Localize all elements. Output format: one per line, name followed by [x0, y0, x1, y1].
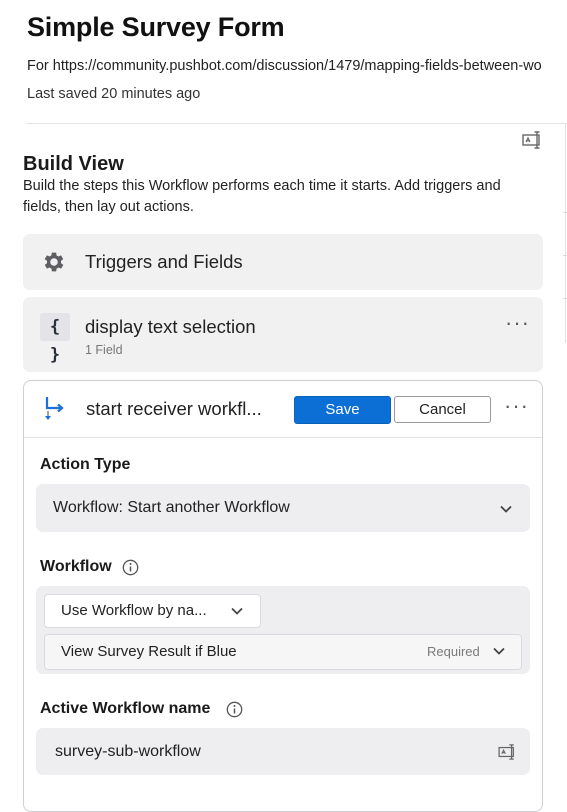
cancel-button[interactable]: Cancel — [394, 396, 491, 423]
active-workflow-name-value: survey-sub-workflow — [55, 743, 201, 760]
action-name[interactable]: start receiver workfl... — [86, 398, 262, 420]
workflow-select-value: View Survey Result if Blue — [61, 643, 237, 660]
more-options-icon[interactable]: ··· — [504, 395, 529, 417]
workflow-mode-value: Use Workflow by na... — [61, 602, 207, 619]
input-field-icon[interactable] — [522, 131, 544, 149]
side-panel-edge — [565, 123, 566, 343]
display-step-label: display text selection — [85, 316, 256, 337]
last-saved-status: Last saved 20 minutes ago — [27, 86, 201, 102]
page: { "header": { "title": "Simple Survey Fo… — [0, 0, 567, 812]
workflow-branch-icon — [45, 397, 64, 420]
required-indicator: Required — [427, 644, 480, 659]
more-options-icon[interactable]: ··· — [505, 312, 530, 334]
chevron-down-icon[interactable] — [230, 604, 244, 618]
page-title: Simple Survey Form — [27, 12, 285, 42]
side-panel-tick — [563, 298, 567, 299]
braces-icon: { } — [40, 313, 70, 365]
build-view-description: Build the steps this Workflow performs e… — [23, 178, 501, 215]
side-panel-tick — [563, 255, 567, 256]
info-icon[interactable] — [226, 701, 243, 718]
input-field-icon[interactable] — [498, 744, 518, 760]
action-type-label: Action Type — [40, 456, 131, 473]
divider — [27, 123, 567, 124]
triggers-step-label: Triggers and Fields — [85, 251, 243, 272]
chevron-down-icon[interactable] — [499, 502, 513, 516]
chevron-down-icon[interactable] — [492, 644, 506, 658]
build-view-heading: Build View — [23, 153, 124, 175]
gear-icon — [44, 252, 64, 272]
active-workflow-name-label: Active Workflow name — [40, 700, 211, 717]
source-url-text: For https://community.pushbot.com/discus… — [27, 58, 542, 74]
divider — [24, 437, 542, 438]
save-button[interactable]: Save — [294, 396, 391, 424]
action-type-value: Workflow: Start another Workflow — [53, 499, 290, 516]
info-icon[interactable] — [122, 559, 139, 576]
workflow-label: Workflow — [40, 558, 112, 575]
display-step-field-count: 1 Field — [85, 343, 123, 357]
side-panel-tick — [563, 212, 567, 213]
